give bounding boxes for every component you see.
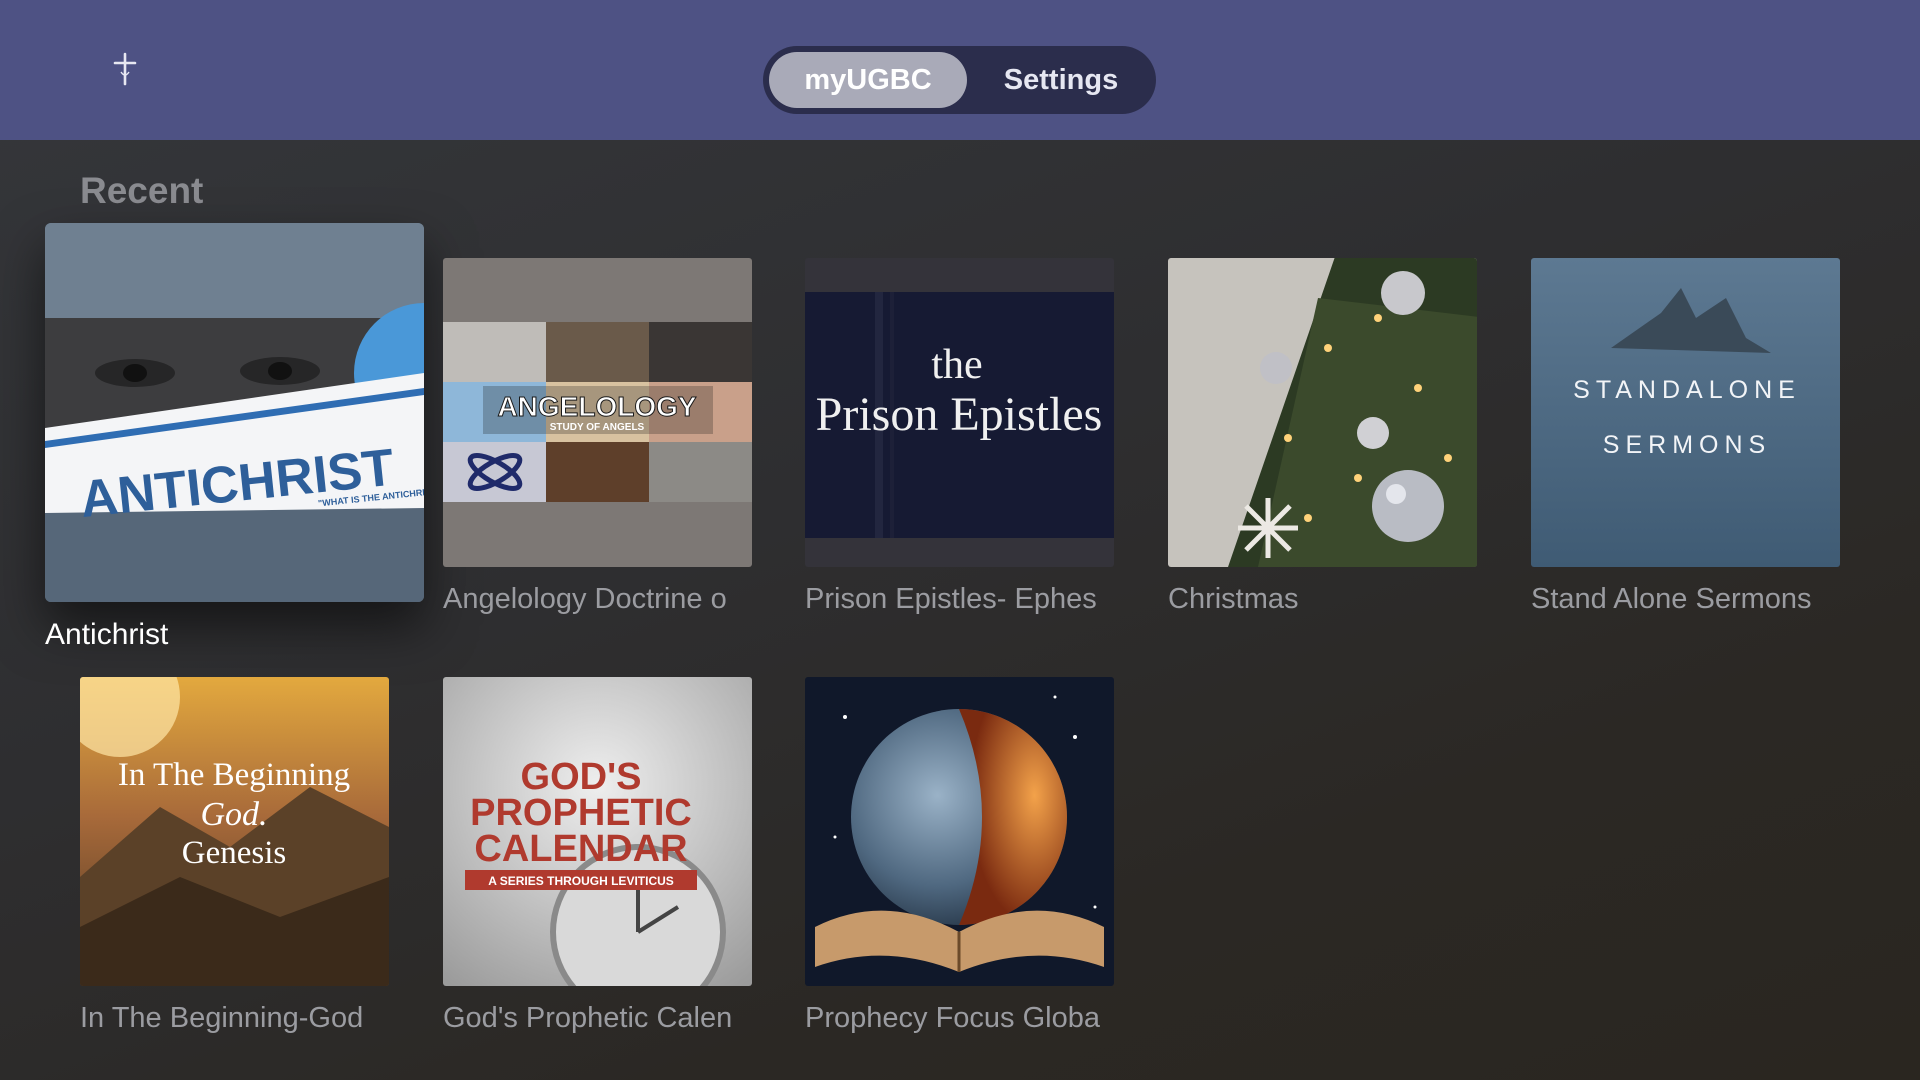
- tab-settings[interactable]: Settings: [981, 52, 1141, 108]
- poster-title-text: ANGELOLOGY: [497, 391, 696, 422]
- poster-title-text: In The Beginning: [118, 757, 350, 793]
- series-poster: In The Beginning God. Genesis: [80, 677, 389, 986]
- poster-subtitle-text: STUDY OF ANGELS: [550, 422, 645, 433]
- series-title: Stand Alone Sermons: [1531, 583, 1812, 615]
- series-title: In The Beginning-God: [80, 1002, 364, 1034]
- poster-subtitle-text: SERMONS: [1603, 431, 1771, 459]
- series-title: Antichrist: [45, 618, 169, 651]
- series-poster: the Prison Epistles: [805, 258, 1114, 567]
- section-title-recent: Recent: [80, 170, 204, 211]
- series-title: Angelology Doctrine o: [443, 583, 727, 615]
- tab-myugbc[interactable]: myUGBC: [769, 52, 967, 108]
- series-poster: [1168, 258, 1477, 567]
- poster-title-text: the: [931, 342, 982, 388]
- series-poster: STANDALONE SERMONS: [1531, 258, 1840, 567]
- poster-subtitle-text: Genesis: [182, 835, 286, 871]
- series-poster: ANGELOLOGY STUDY OF ANGELS: [443, 258, 752, 567]
- cross-icon: [112, 52, 138, 86]
- series-title: Prophecy Focus Globa: [805, 1002, 1100, 1034]
- series-title: God's Prophetic Calen: [443, 1002, 733, 1034]
- series-poster: GOD'S PROPHETIC CALENDAR A SERIES THROUG…: [443, 677, 752, 986]
- poster-subtitle-text: God.: [200, 796, 267, 833]
- poster-subtitle-text: CALENDAR: [474, 828, 687, 870]
- series-title: Christmas: [1168, 583, 1299, 615]
- tab-bar: myUGBC Settings: [763, 46, 1156, 114]
- poster-subtitle-text: Prison Epistles: [816, 388, 1103, 441]
- series-poster: ANTICHRIST "WHAT IS THE ANTICHRIST?": [45, 223, 424, 602]
- poster-subtitle-text: A SERIES THROUGH LEVITICUS: [488, 874, 674, 888]
- poster-title-text: STANDALONE: [1573, 376, 1801, 404]
- top-navigation-bar: myUGBC Settings: [0, 0, 1920, 140]
- series-poster: [805, 677, 1114, 986]
- series-title: Prison Epistles- Ephes: [805, 583, 1097, 615]
